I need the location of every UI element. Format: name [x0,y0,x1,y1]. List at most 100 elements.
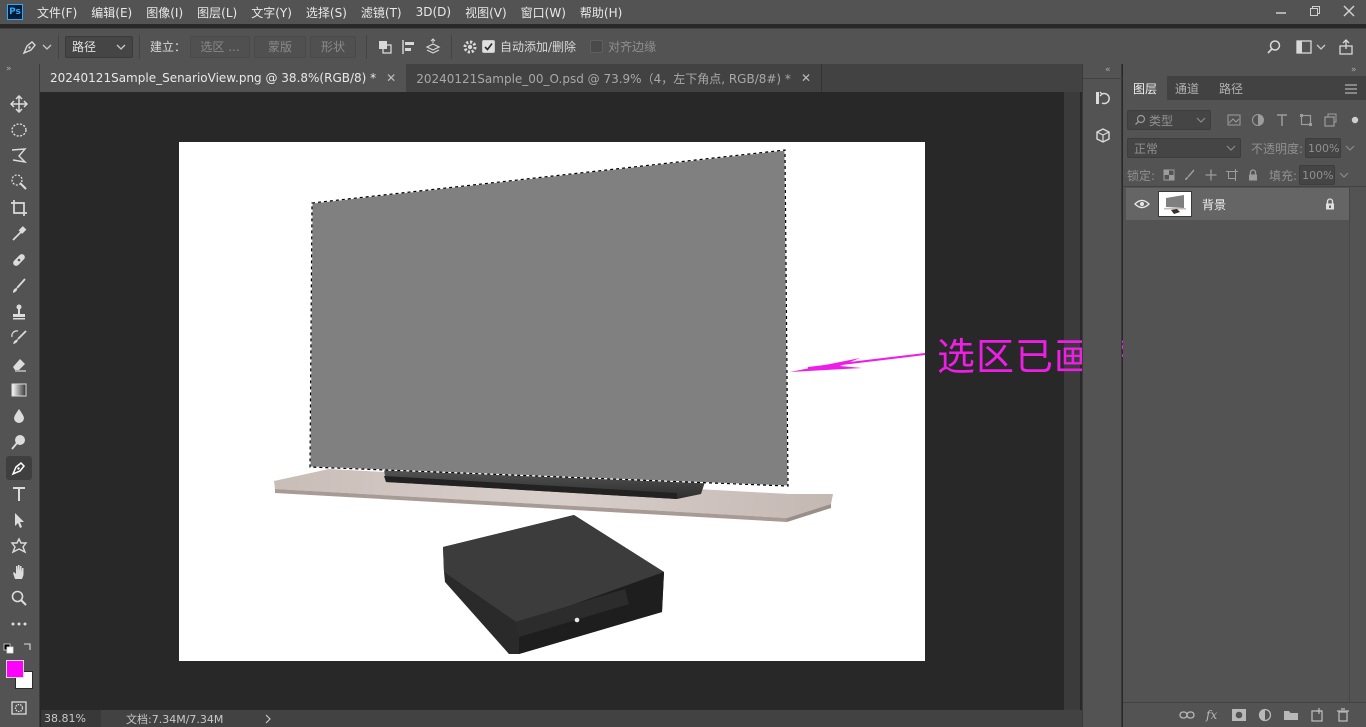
canvas-workspace[interactable] [41,92,1064,710]
zoom-tool[interactable] [6,586,32,610]
new-layer-button[interactable] [1304,705,1330,725]
add-mask-button[interactable] [1226,705,1252,725]
auto-add-delete-checkbox[interactable] [482,40,496,53]
make-shape-button[interactable]: 形状 [310,35,357,58]
lock-artboard-icon[interactable] [1226,169,1239,181]
layer-row-background[interactable]: 背景 [1126,188,1350,220]
path-select-tool[interactable] [6,508,32,532]
align-edges-checkbox[interactable] [590,40,604,53]
type-tool[interactable] [6,482,32,506]
adjustment-layer-button[interactable] [1252,705,1278,725]
hand-tool[interactable] [6,560,32,584]
make-mask-button[interactable]: 蒙版 [254,35,307,58]
layer-filter-select[interactable]: 类型 [1127,110,1211,130]
smart-object-filter-icon[interactable] [1323,113,1337,127]
gradient-tool[interactable] [6,378,32,402]
zoom-level-field[interactable]: 38.81% [41,710,101,727]
menu-window[interactable]: 窗口(W) [521,4,566,21]
fill-input[interactable]: 100% [1299,165,1336,185]
lasso-tool[interactable] [6,144,32,168]
move-tool[interactable] [6,92,32,116]
vertical-scrollbar[interactable] [1064,92,1080,710]
marquee-tool[interactable] [6,118,32,142]
3d-panel-button[interactable] [1090,124,1116,148]
clone-stamp-tool[interactable] [6,300,32,324]
more-tools-button[interactable] [6,612,32,636]
pen-mode-select[interactable]: 路径 [65,35,133,58]
share-button[interactable] [1334,35,1358,59]
foreground-color-swatch[interactable] [6,660,24,678]
lock-pixels-icon[interactable] [1184,169,1196,181]
menu-filter[interactable]: 滤镜(T) [361,4,402,21]
type-filter-icon[interactable] [1275,113,1289,127]
panel-menu-icon[interactable] [1344,83,1358,95]
menu-3d[interactable]: 3D(D) [416,5,451,19]
chevron-down-icon[interactable] [1339,170,1349,180]
menu-help[interactable]: 帮助(H) [580,4,622,21]
link-layers-button[interactable] [1174,705,1200,725]
menu-view[interactable]: 视图(V) [465,4,507,21]
history-brush-tool[interactable] [6,326,32,350]
pen-tool[interactable] [6,456,32,480]
search-button[interactable] [1262,35,1286,59]
path-operations-button[interactable] [373,35,397,59]
delete-layer-button[interactable] [1330,705,1356,725]
workspace-switcher-button[interactable] [1292,35,1316,59]
document-canvas[interactable] [179,142,925,661]
menu-select[interactable]: 选择(S) [306,4,347,21]
default-swap-colors-icon[interactable] [0,641,40,655]
history-panel-button[interactable] [1090,86,1116,110]
eraser-tool[interactable] [6,352,32,376]
crop-tool[interactable] [6,196,32,220]
healing-brush-tool[interactable] [6,248,32,272]
collapse-arrows-icon[interactable]: » [0,64,40,72]
tab-layers[interactable]: 图层 [1123,76,1168,100]
make-selection-button[interactable]: 选区 ... [190,35,251,58]
document-tab-active[interactable]: 20240121Sample_SenarioView.png @ 38.8%(R… [40,64,407,92]
custom-shape-tool[interactable] [6,534,32,558]
lock-all-icon[interactable] [1247,169,1259,181]
menu-layer[interactable]: 图层(L) [197,4,237,21]
opacity-input[interactable]: 100% [1305,138,1342,158]
brush-tool[interactable] [6,274,32,298]
blur-tool[interactable] [6,404,32,428]
tab-channels[interactable]: 通道 [1165,76,1209,100]
filter-toggle-icon[interactable] [1351,116,1359,124]
chevron-down-icon[interactable] [1345,143,1355,153]
menu-file[interactable]: 文件(F) [37,4,77,21]
minimize-button[interactable] [1264,0,1298,22]
chevron-right-icon[interactable] [263,714,273,724]
document-tab-inactive[interactable]: 20240121Sample_00_O.psd @ 73.9%（4，左下角点, … [406,64,822,92]
path-alignment-button[interactable] [397,35,421,59]
collapse-arrows-icon[interactable]: » [1123,65,1366,73]
menu-edit[interactable]: 编辑(E) [91,4,132,21]
collapse-arrows-icon[interactable]: « [1083,65,1123,73]
layer-lock-icon [1326,198,1334,210]
eyedropper-tool[interactable] [6,222,32,246]
visibility-eye-icon[interactable] [1134,198,1150,210]
adjustment-filter-icon[interactable] [1251,113,1265,127]
layers-scrollbar[interactable] [1349,188,1365,702]
path-arrangement-button[interactable] [421,35,445,59]
quick-mask-button[interactable] [6,696,32,720]
quick-select-tool[interactable] [6,170,32,194]
close-tab-icon[interactable]: ✕ [386,71,396,85]
menu-type[interactable]: 文字(Y) [251,4,292,21]
close-window-button[interactable] [1332,0,1366,22]
pen-tool-preset-button[interactable] [18,35,42,59]
close-tab-icon[interactable]: ✕ [801,71,811,85]
lock-position-icon[interactable] [1205,169,1217,181]
shape-filter-icon[interactable] [1299,113,1313,127]
restore-button[interactable] [1298,0,1332,22]
tab-paths[interactable]: 路径 [1209,76,1253,100]
dodge-tool[interactable] [6,430,32,454]
lock-transparent-icon[interactable] [1163,169,1175,181]
menu-image[interactable]: 图像(I) [146,4,183,21]
blend-mode-select[interactable]: 正常 [1127,138,1241,158]
path-options-gear-button[interactable] [458,35,482,59]
layer-style-button[interactable]: fx [1200,705,1226,725]
blend-opacity-row: 正常 不透明度: 100% [1127,136,1363,160]
new-group-button[interactable] [1278,705,1304,725]
image-filter-icon[interactable] [1227,114,1241,126]
opacity-label: 不透明度: [1251,141,1304,156]
